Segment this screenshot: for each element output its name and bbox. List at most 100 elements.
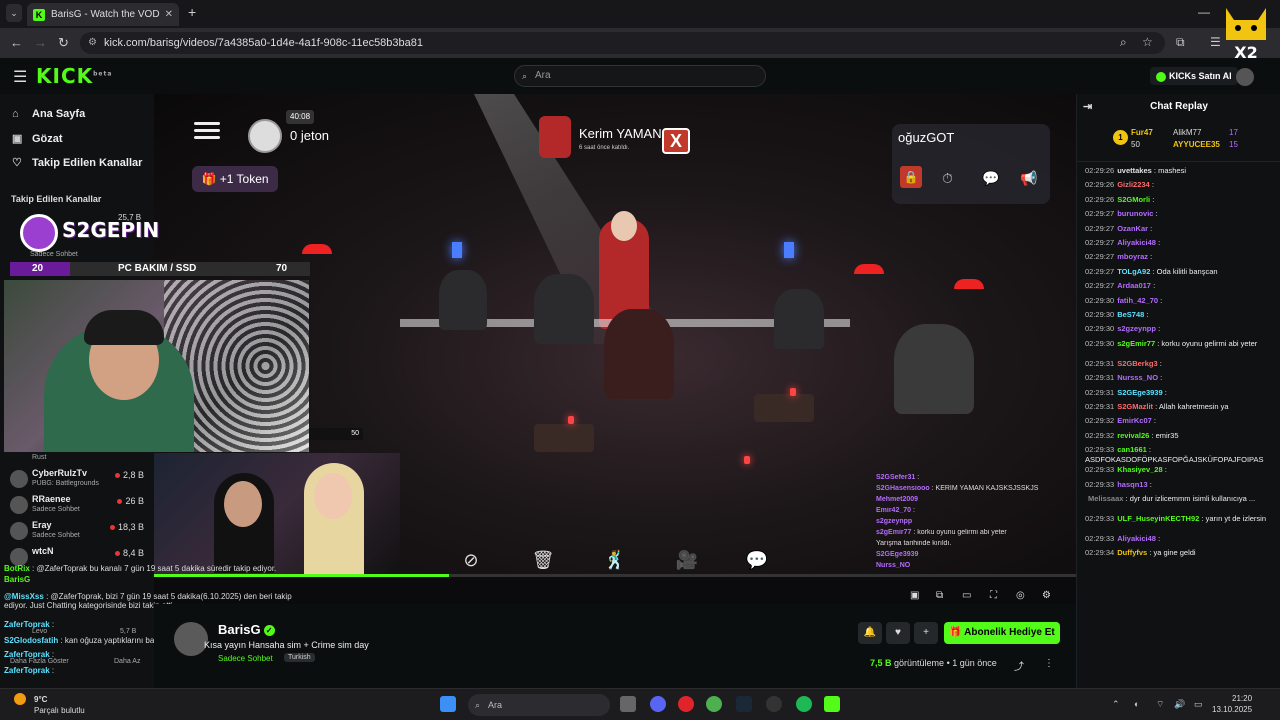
message-username[interactable]: Ardaa017 — [1117, 281, 1151, 290]
chrome-icon[interactable] — [706, 696, 722, 712]
nav-browse[interactable]: ▣ Gözat — [12, 132, 63, 145]
message-text: : Oda kilitli banşcan — [1152, 266, 1218, 276]
message-username[interactable]: Nursss_NO — [1117, 373, 1158, 382]
weather-widget[interactable]: 9°C Parçalı bulutlu — [14, 693, 85, 715]
buy-kicks-button[interactable]: KICKs Satın Al — [1150, 67, 1238, 85]
nav-home[interactable]: ⌂ Ana Sayfa — [12, 108, 85, 120]
message-username[interactable]: hasqn13 — [1117, 480, 1147, 489]
volume-icon[interactable]: 🔊 — [1174, 699, 1185, 710]
follow-heart-icon[interactable]: ♥ — [886, 622, 910, 644]
bookmark-star-icon[interactable]: ☆ — [1142, 35, 1153, 49]
settings-icon[interactable]: ⚙ — [1042, 590, 1051, 601]
message-username[interactable]: Aliyakici48 — [1117, 238, 1156, 247]
devil-head — [611, 211, 637, 241]
message-username[interactable]: Gizli2234 — [1117, 180, 1150, 189]
wifi-icon[interactable]: ⌔ — [1156, 699, 1164, 710]
menu-icon[interactable]: ☰ — [13, 67, 27, 87]
message-username[interactable]: EmirKc07 — [1117, 416, 1152, 425]
kick-logo[interactable]: KICKbeta — [36, 64, 112, 88]
browser-chrome: ⌄ K BarisG - Watch the VOD on ✕ + — ← → … — [0, 0, 1280, 58]
clip-icon[interactable]: ⧉ — [936, 590, 943, 601]
message-username[interactable]: Melissaax — [1088, 494, 1123, 503]
message-username[interactable]: S2GEge3939 — [1117, 388, 1162, 397]
channel-item[interactable]: Eray Sadece Sohbet 18,3 B — [10, 520, 150, 544]
tab-list-button[interactable]: ⌄ — [6, 4, 22, 22]
show-less-link[interactable]: Daha Az — [114, 658, 140, 665]
user-avatar[interactable] — [1236, 68, 1254, 86]
app-icon[interactable] — [824, 696, 840, 712]
new-tab-button[interactable]: + — [188, 4, 196, 20]
audience-figure — [894, 324, 974, 414]
zoom-icon[interactable]: ⌕ — [1120, 35, 1127, 50]
start-icon[interactable] — [440, 696, 456, 712]
message-username[interactable]: BeS748 — [1117, 310, 1144, 319]
minimize-icon[interactable]: — — [1198, 5, 1210, 19]
address-bar-row: ← → ↻ ⚙ kick.com/barisg/videos/7a4385a0-… — [0, 28, 1280, 58]
battery-icon[interactable]: ▭ — [1194, 699, 1203, 710]
streamer-avatar[interactable] — [174, 622, 208, 656]
opera-icon[interactable] — [678, 696, 694, 712]
message-username[interactable]: ULF_HuseyinKECTH92 — [1117, 514, 1199, 523]
kicks-icon — [1156, 71, 1166, 82]
message-username[interactable]: revival26 — [1117, 431, 1149, 440]
message-username[interactable]: uvettakes — [1117, 166, 1152, 175]
collapse-chat-icon[interactable]: ⇥ — [1083, 94, 1092, 120]
message-username[interactable]: S2GMorli — [1117, 195, 1150, 204]
channel-item[interactable]: CyberRulzTv PUBG: Battlegrounds 2,8 B — [10, 468, 150, 492]
fullscreen-icon[interactable]: ⛶ — [990, 590, 997, 601]
obs-icon[interactable] — [766, 696, 782, 712]
close-tab-icon[interactable]: ✕ — [165, 9, 173, 20]
tab-active[interactable]: K BarisG - Watch the VOD on ✕ — [27, 3, 179, 26]
search-input[interactable]: ⌕ Ara — [514, 65, 766, 87]
message-text: : — [1152, 194, 1155, 204]
extensions-icon[interactable]: ⧉ — [1176, 35, 1185, 50]
message-username[interactable]: S2GBerkg3 — [1117, 359, 1157, 368]
message-username[interactable]: mboyraz — [1117, 252, 1148, 261]
message-username[interactable]: Khasiyev_28 — [1117, 465, 1162, 474]
message-username[interactable]: burunovic — [1117, 209, 1153, 218]
notification-bell-icon[interactable]: 🔔 — [858, 622, 882, 644]
subscribe-plus-icon[interactable]: + — [914, 622, 938, 644]
task-view-icon[interactable] — [620, 696, 636, 712]
message-username[interactable]: TOLgA92 — [1117, 267, 1150, 276]
more-options-icon[interactable]: ⋮ — [1044, 658, 1054, 669]
quality-icon[interactable]: ◎ — [1016, 590, 1025, 601]
timer-text: 40:08 — [290, 112, 311, 121]
message-username[interactable]: Duffyfvs — [1117, 548, 1147, 557]
url-field[interactable]: ⚙ kick.com/barisg/videos/7a4385a0-1d4e-4… — [80, 32, 1165, 54]
back-icon[interactable]: ← — [10, 35, 23, 50]
reload-icon[interactable]: ↻ — [58, 35, 69, 51]
language-tag[interactable]: Turkish — [284, 653, 315, 662]
message-text: : dyr dur izlicemmm isimli kullanıcıya .… — [1125, 494, 1256, 503]
clock[interactable]: 21:20 13.10.2025 — [1212, 693, 1252, 715]
nav-following[interactable]: ♡ Takip Edilen Kanallar — [12, 156, 142, 169]
chat-header: ⇥ Chat Replay — [1077, 94, 1280, 120]
show-more-link[interactable]: Daha Fazla Göster — [10, 658, 69, 665]
vod-category[interactable]: Sadece Sohbet — [218, 654, 273, 663]
overlay-chat-line: s2gEmir77 : korku oyunu gelirmi abi yete… — [876, 529, 1007, 536]
tray-app-icon[interactable]: ◐ — [1134, 699, 1139, 709]
message-username[interactable]: s2gzeynpp — [1117, 324, 1156, 333]
message-username[interactable]: S2GMazlit — [1117, 402, 1153, 411]
spotify-icon[interactable] — [796, 696, 812, 712]
gift-subscription-button[interactable]: 🎁 Abonelik Hediye Et — [944, 622, 1060, 644]
message-username[interactable]: Aliyakici48 — [1117, 534, 1156, 543]
message-username[interactable]: fatih_42_70 — [1117, 296, 1158, 305]
theater-icon[interactable]: ▭ — [962, 590, 971, 601]
streamer-name[interactable]: BarisG ✓ — [218, 622, 275, 637]
message-username[interactable]: can1661 — [1117, 445, 1147, 454]
tray-chevron-icon[interactable]: ⌃ — [1112, 699, 1120, 710]
channel-item[interactable]: RRaenee Sadece Sohbet 26 B — [10, 494, 150, 518]
miniplayer-icon[interactable]: ▣ — [910, 590, 919, 601]
taskbar-search[interactable]: ⌕ Ara — [468, 694, 610, 716]
discord-icon[interactable] — [650, 696, 666, 712]
site-info-icon[interactable]: ⚙ — [88, 32, 97, 54]
channel-viewers: 18,3 B — [109, 522, 144, 532]
guest-head — [314, 473, 352, 519]
share-icon[interactable]: ⤴ — [1014, 658, 1024, 673]
message-username[interactable]: s2gEmir77 — [1117, 339, 1155, 348]
forward-icon[interactable]: → — [34, 35, 47, 50]
message-username[interactable]: OzanKar — [1117, 224, 1148, 233]
steam-icon[interactable] — [736, 696, 752, 712]
message-timestamp: 02:29:30 — [1085, 338, 1115, 348]
